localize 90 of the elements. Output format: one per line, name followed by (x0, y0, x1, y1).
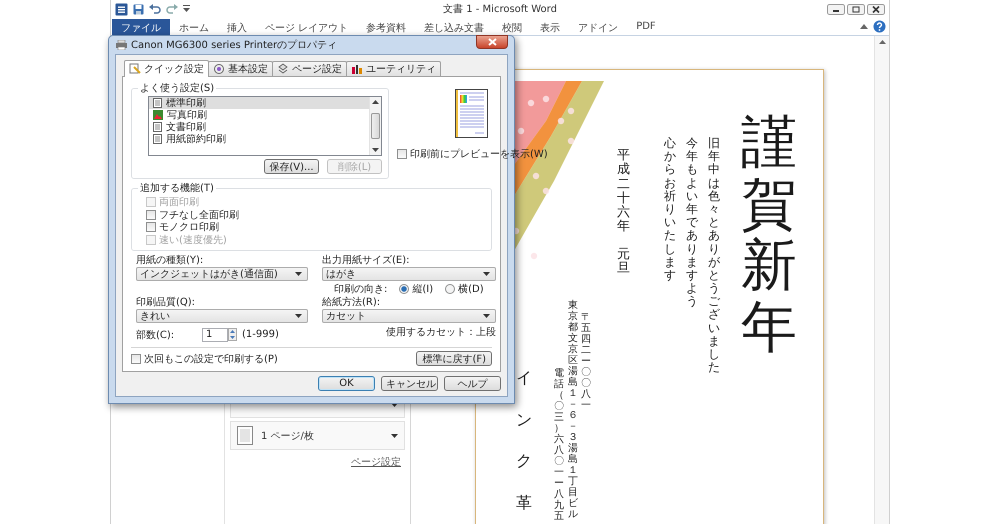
ribbon-tab[interactable]: 校閲 (493, 18, 532, 34)
page-icon (237, 426, 253, 445)
save-icon[interactable] (133, 4, 144, 14)
tab[interactable]: クイック設定 (124, 60, 209, 77)
help-button[interactable]: ヘルプ (444, 376, 501, 391)
list-item[interactable]: 文書印刷 (149, 121, 369, 133)
list-item[interactable]: 標準印刷 (149, 97, 369, 109)
page-preview-icon (455, 89, 490, 139)
printer-icon (115, 40, 128, 50)
close-button[interactable] (476, 35, 508, 49)
ribbon-tab[interactable]: ファイル (112, 18, 170, 34)
tab[interactable]: ユーティリティ (346, 61, 441, 76)
dialog-title: Canon MG6300 series Printerのプロパティ (131, 38, 338, 52)
ok-button[interactable]: OK (318, 376, 375, 391)
paper-source-dropdown[interactable]: カセット (322, 309, 496, 323)
minimize-icon[interactable] (827, 4, 845, 14)
postal-code: 〒五四二ー〇〇八一 (581, 312, 591, 411)
help-icon[interactable] (873, 20, 886, 33)
checkbox[interactable]: フチなし全面印刷 (146, 208, 485, 221)
date-text: 平成二十六年 (617, 149, 630, 235)
checkbox[interactable]: 印刷前にプレビューを表示(W) (397, 147, 548, 161)
group-label: 追加する機能(T) (139, 182, 215, 195)
ribbon-tab[interactable]: ホーム (170, 18, 218, 34)
collapse-caret-icon[interactable] (860, 24, 868, 29)
address-text: 東京都文京区湯島１－６－３湯島１丁目ビル (568, 300, 578, 520)
customize-caret-icon[interactable] (183, 5, 190, 13)
tab[interactable]: 基本設定 (208, 61, 273, 76)
document-icon (153, 122, 162, 132)
copies-label: 部数(C): (136, 328, 176, 342)
ribbon-tab[interactable]: 参考資料 (357, 18, 416, 34)
settings-list[interactable]: 標準印刷 写真印刷 文書印刷 用紙節約印刷 (148, 96, 382, 156)
spinner-icon[interactable] (228, 328, 237, 341)
caret-icon (391, 434, 398, 438)
restore-defaults-button[interactable]: 標準に戻す(F) (416, 351, 492, 366)
field-label: 給紙方法(R): (322, 296, 382, 309)
ribbon-tab[interactable]: 挿入 (218, 18, 256, 34)
tools-icon (351, 63, 363, 75)
caret-icon (483, 314, 490, 318)
media-type-dropdown[interactable]: インクジェットはがき(通信面) (136, 267, 308, 281)
message-line: 心からお祈りいたします (664, 137, 676, 282)
save-button[interactable]: 保存(V)... (264, 159, 319, 174)
window-title: 文書 1 - Microsoft Word (443, 2, 557, 16)
ribbon-tab[interactable]: PDF (627, 18, 665, 34)
quick-setup-icon (129, 63, 141, 75)
copies-range: (1-999) (242, 329, 279, 340)
field-label: 出力用紙サイズ(E): (322, 254, 410, 267)
photo-icon (153, 110, 163, 120)
close-icon (488, 38, 496, 46)
company-name: インク革 (516, 367, 532, 514)
close-icon[interactable] (867, 4, 885, 14)
message-line: 旧年中は色々とありがとうございました (708, 137, 720, 374)
scroll-up-icon[interactable] (372, 100, 379, 104)
restore-icon[interactable] (847, 4, 865, 14)
ribbon-tab[interactable]: ページ レイアウト (256, 18, 358, 34)
undo-icon[interactable] (149, 4, 161, 14)
caret-icon (295, 272, 302, 276)
copies-field[interactable]: 1 (202, 328, 228, 342)
tab[interactable]: ページ設定 (272, 61, 347, 76)
date-text: 元旦 (617, 248, 630, 276)
list-item[interactable]: 用紙節約印刷 (149, 133, 369, 145)
checkbox[interactable]: モノクロ印刷 (146, 221, 485, 234)
ribbon-tab[interactable]: アドイン (569, 18, 628, 34)
document-icon (153, 134, 162, 144)
caret-icon (295, 314, 302, 318)
page-setup-link[interactable]: ページ設定 (351, 455, 401, 469)
field-label: 用紙の種類(Y): (136, 254, 204, 267)
cassette-note: 使用するカセット：上段 (385, 326, 496, 338)
greeting-heading: 謹賀新年 (741, 112, 797, 358)
scroll-up-icon (878, 40, 886, 44)
field-label: 印刷品質(Q): (136, 296, 196, 309)
radio-button[interactable]: 縦(I) (399, 282, 434, 296)
paper-size-dropdown[interactable]: はがき (322, 267, 496, 281)
pages-per-sheet-dropdown[interactable]: 1 ページ/枚 (230, 421, 405, 450)
quality-dropdown[interactable]: きれい (136, 309, 308, 323)
message-line: 今年もよい年でありますよう (686, 137, 698, 308)
disc-icon (213, 63, 225, 75)
cancel-button[interactable]: キャンセル (381, 376, 438, 391)
layers-icon (277, 63, 289, 75)
list-item[interactable]: 写真印刷 (149, 109, 369, 121)
caret-icon (483, 272, 490, 276)
radio-button[interactable]: 横(D) (445, 282, 484, 296)
checkbox[interactable]: 次回もこの設定で印刷する(P) (131, 352, 278, 366)
app-icon[interactable] (115, 2, 128, 16)
orientation-label: 印刷の向き: (334, 282, 388, 296)
ribbon-tab[interactable]: 表示 (531, 18, 570, 34)
ribbon-tab[interactable]: 差し込み文書 (415, 18, 494, 34)
scroll-down-icon[interactable] (372, 148, 379, 152)
document-icon (153, 98, 162, 108)
phone-text: 電話（〇三）六八〇一ー八九五 (554, 368, 564, 522)
group-label: よく使う設定(S) (139, 82, 216, 95)
